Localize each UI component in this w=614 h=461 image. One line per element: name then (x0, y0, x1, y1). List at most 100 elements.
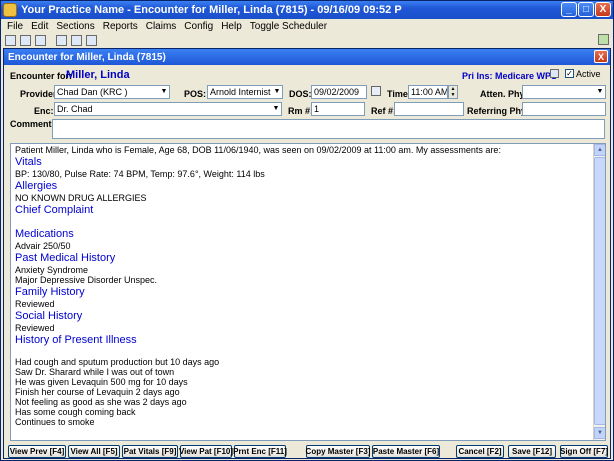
new-icon[interactable] (5, 34, 16, 46)
room-label: Rm #: (288, 106, 314, 116)
chevron-down-icon: ▼ (272, 105, 280, 112)
section-social-history: Social History (15, 310, 83, 322)
app-icon (3, 3, 17, 17)
social-history-text: Reviewed (15, 323, 55, 333)
view-pat-button[interactable]: View Pat [F10] (179, 445, 233, 458)
primary-insurance: Pri Ins: Medicare WPS (462, 71, 558, 81)
menu-file[interactable]: File (3, 21, 27, 32)
toolbar (1, 33, 613, 47)
chevron-down-icon: ▼ (596, 88, 604, 95)
export-icon[interactable] (598, 34, 609, 45)
comments-input[interactable] (52, 119, 605, 139)
encounter-close-button[interactable]: X (594, 50, 608, 63)
hpi-line: Has some cough coming back (15, 407, 136, 417)
ref-input[interactable] (394, 102, 464, 116)
save-button[interactable]: Save [F12] (508, 445, 556, 458)
menu-reports[interactable]: Reports (99, 21, 142, 32)
pmh-item: Anxiety Syndrome (15, 265, 89, 275)
view-prev-button[interactable]: View Prev [F4] (8, 445, 66, 458)
sign-off-button[interactable]: Sign Off [F7] (560, 445, 608, 458)
room-input[interactable]: 1 (311, 102, 365, 116)
menu-edit[interactable]: Edit (27, 21, 52, 32)
pos-label: POS: (184, 89, 207, 99)
hpi-line: He was given Levaquin 500 mg for 10 days (15, 377, 188, 387)
scroll-up-icon[interactable]: ▲ (594, 144, 605, 156)
hpi-line: Continues to smoke (15, 417, 95, 427)
family-history-text: Reviewed (15, 299, 55, 309)
section-family-history: Family History (15, 286, 85, 298)
edit-icon[interactable] (550, 69, 559, 78)
section-medications: Medications (15, 228, 74, 240)
encounter-panel: Encounter for Miller, Linda (7815) X Enc… (3, 48, 611, 459)
chevron-down-icon: ▼ (273, 88, 281, 95)
enc-value: Dr. Chad (57, 104, 93, 114)
menu-help[interactable]: Help (217, 21, 246, 32)
provider-value: Chad Dan (KRC ) (57, 87, 128, 97)
dos-label: DOS: (289, 89, 312, 99)
dos-input[interactable]: 09/02/2009 (311, 85, 367, 99)
referring-phys-input[interactable] (522, 102, 606, 116)
hpi-line: Not feeling as good as she was 2 days ag… (15, 397, 187, 407)
provider-select[interactable]: Chad Dan (KRC ) ▼ (54, 85, 170, 99)
patient-name: Miller, Linda (66, 69, 130, 81)
hpi-line: Finish her course of Levaquin 2 days ago (15, 387, 180, 397)
encounter-note[interactable]: Patient Miller, Linda who is Female, Age… (10, 143, 606, 441)
ref-label: Ref #: (371, 106, 397, 116)
document-icon[interactable] (20, 34, 31, 46)
menu-claims[interactable]: Claims (142, 21, 181, 32)
menu-sections[interactable]: Sections (52, 21, 98, 32)
active-label: Active (576, 69, 601, 79)
hpi-line: Saw Dr. Sharard while I was out of town (15, 367, 175, 377)
section-past-medical-history: Past Medical History (15, 252, 116, 264)
section-vitals: Vitals (15, 156, 42, 168)
vitals-text: BP: 130/80, Pulse Rate: 74 BPM, Temp: 97… (15, 169, 265, 179)
window-title: Your Practice Name - Encounter for Mille… (21, 4, 402, 16)
copy-icon[interactable] (35, 34, 46, 46)
paste-master-button[interactable]: Paste Master [F6] (372, 445, 440, 458)
atten-phys-select[interactable]: ▼ (522, 85, 606, 99)
page-icon[interactable] (71, 34, 82, 46)
menu-bar: File Edit Sections Reports Claims Config… (1, 19, 613, 33)
pmh-item: Major Depressive Disorder Unspec. (15, 275, 158, 285)
medications-text: Advair 250/50 (15, 241, 71, 251)
print-preview-icon[interactable] (56, 34, 67, 46)
hpi-line: Had cough and sputum production but 10 d… (15, 357, 220, 367)
menu-toggle-scheduler[interactable]: Toggle Scheduler (246, 21, 331, 32)
scroll-thumb[interactable] (594, 157, 605, 425)
section-chief-complaint: Chief Complaint (15, 204, 94, 216)
allergies-text: NO KNOWN DRUG ALLERGIES (15, 193, 147, 203)
note-content: Patient Miller, Linda who is Female, Age… (15, 145, 595, 427)
calendar-icon[interactable] (371, 86, 381, 96)
time-input[interactable]: 11:00 AM (408, 85, 448, 99)
enc-label: Enc: (34, 106, 54, 116)
pos-select[interactable]: Arnold Internist ▼ (207, 85, 283, 99)
minimize-button[interactable]: _ (561, 2, 577, 17)
pat-vitals-button[interactable]: Pat Vitals [F9] (122, 445, 178, 458)
chevron-down-icon: ▼ (160, 88, 168, 95)
note-intro: Patient Miller, Linda who is Female, Age… (15, 145, 501, 155)
section-hpi: History of Present Illness (15, 334, 137, 346)
window-controls: _ □ X (561, 2, 611, 17)
note-scrollbar[interactable]: ▲ ▼ (593, 144, 605, 440)
encounter-for-label: Encounter for: (10, 71, 72, 81)
time-stepper[interactable]: ▲ ▼ (448, 85, 458, 99)
print-enc-button[interactable]: Prnt Enc [F11] (233, 445, 287, 458)
section-allergies: Allergies (15, 180, 58, 192)
cancel-button[interactable]: Cancel [F2] (456, 445, 504, 458)
title-bar: Your Practice Name - Encounter for Mille… (1, 1, 613, 19)
printer-icon[interactable] (86, 34, 97, 46)
active-checkbox[interactable]: ✓ (565, 69, 574, 78)
encounter-title: Encounter for Miller, Linda (7815) (8, 51, 166, 63)
copy-master-button[interactable]: Copy Master [F3] (306, 445, 370, 458)
encounter-title-bar: Encounter for Miller, Linda (7815) X (4, 49, 610, 65)
menu-config[interactable]: Config (180, 21, 217, 32)
scroll-down-icon[interactable]: ▼ (594, 427, 605, 439)
enc-select[interactable]: Dr. Chad ▼ (54, 102, 282, 116)
maximize-button[interactable]: □ (578, 2, 594, 17)
main-window: Your Practice Name - Encounter for Mille… (0, 0, 614, 461)
view-all-button[interactable]: View All [F5] (68, 445, 120, 458)
pos-value: Arnold Internist (210, 87, 271, 97)
close-button[interactable]: X (595, 2, 611, 17)
